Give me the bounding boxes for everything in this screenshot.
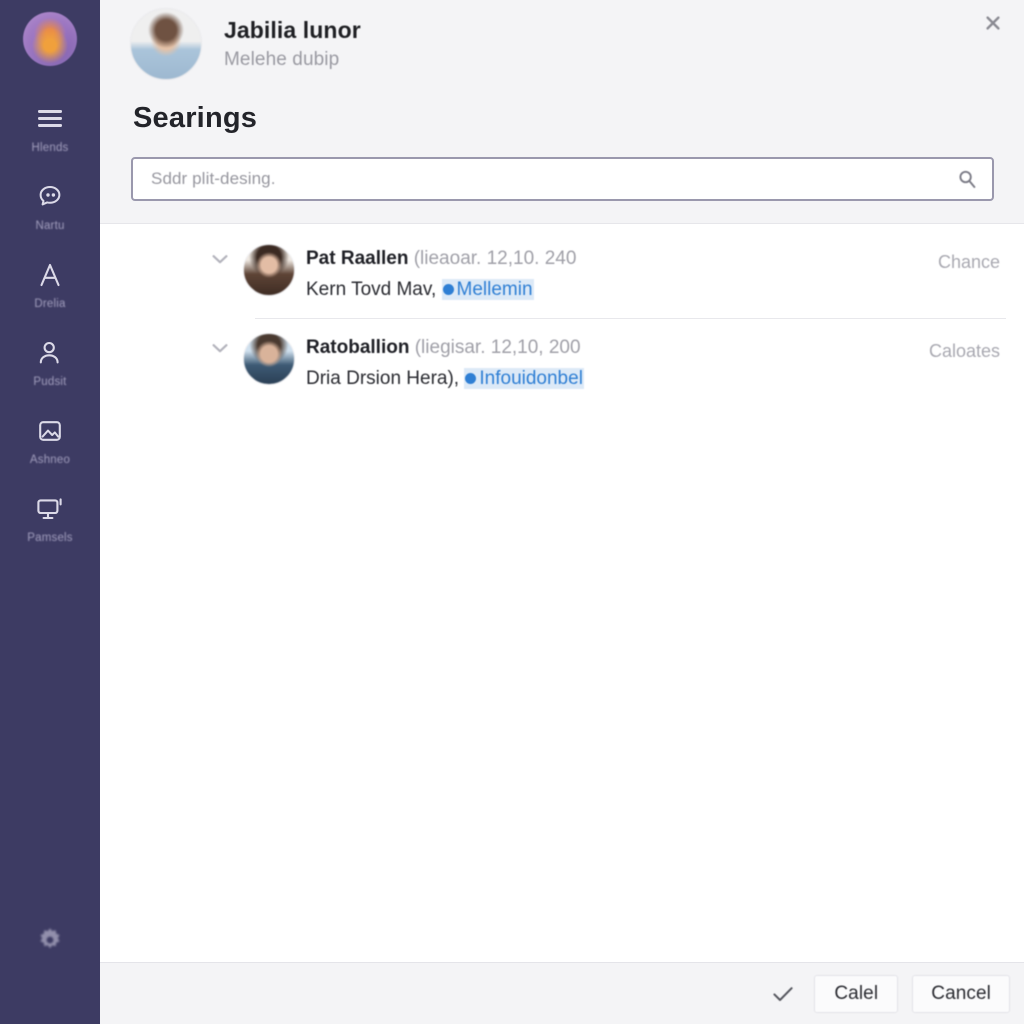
- monitor-icon: [35, 492, 65, 526]
- list-item-link[interactable]: Infouidonbel: [464, 367, 584, 389]
- list-item-status: Chance: [937, 252, 1000, 272]
- sidebar-item-hlends[interactable]: Hlends: [0, 96, 100, 174]
- sidebar-item-ashneo[interactable]: Ashneo: [0, 408, 100, 486]
- sidebar-item-nartu[interactable]: Nartu: [0, 174, 100, 252]
- list-item-line-primary: Ratoballion (liegisar. 12,10, 200: [306, 335, 1006, 361]
- sidebar-item-pamsels[interactable]: Pamsels: [0, 486, 100, 564]
- sidebar: Hlends Nartu Drelia Pudsit Ashneo Pamsel…: [0, 0, 100, 1024]
- results-list: Pat Raallen (lieaoar. 12,10. 240 Kern To…: [100, 224, 1024, 962]
- close-icon: [983, 13, 1003, 38]
- close-button[interactable]: [976, 8, 1010, 42]
- main-pane: Jabilia lunor Melehe dubip Searings Sddr…: [100, 0, 1024, 1024]
- page-title: Searings: [133, 102, 258, 134]
- image-icon: [36, 414, 64, 448]
- list-item-body: Ratoballion (liegisar. 12,10, 200 Dria D…: [208, 333, 1006, 391]
- list-item-meta: (lieaoar. 12,10. 240: [413, 248, 577, 269]
- text-icon: [36, 258, 64, 292]
- sidebar-avatar[interactable]: [23, 12, 77, 66]
- gear-icon: [33, 928, 67, 961]
- avatar: [243, 333, 295, 386]
- search-input[interactable]: [149, 168, 956, 190]
- header-subtitle: Melehe dubip: [224, 49, 340, 71]
- header-name: Jabilia lunor: [224, 16, 361, 43]
- list-item-link-label: Infouidonbel: [479, 367, 583, 389]
- chevron-down-icon[interactable]: [212, 252, 228, 270]
- sidebar-settings-button[interactable]: [33, 923, 67, 962]
- list-item-line-primary: Pat Raallen (lieaoar. 12,10. 240: [306, 246, 1006, 272]
- sidebar-item-drelia[interactable]: Drelia: [0, 252, 100, 330]
- chat-icon: [36, 180, 64, 214]
- list-item-detail: Dria Drsion Hera),: [306, 367, 460, 389]
- list-item-status: Caloates: [928, 341, 1000, 362]
- search-box[interactable]: [131, 157, 994, 201]
- top-band: Jabilia lunor Melehe dubip Searings: [100, 0, 1024, 224]
- dialog-header: Jabilia lunor Melehe dubip: [100, 0, 1024, 86]
- list-item-body: Pat Raallen (lieaoar. 12,10. 240 Kern To…: [208, 244, 1006, 302]
- avatar: [243, 244, 295, 296]
- list-item[interactable]: Pat Raallen (lieaoar. 12,10. 240 Kern To…: [100, 230, 1024, 318]
- confirm-button[interactable]: Calel: [814, 974, 899, 1013]
- link-dot-icon: [442, 283, 454, 295]
- cancel-button[interactable]: Cancel: [912, 974, 1010, 1013]
- sidebar-item-label: Pamsels: [27, 532, 73, 544]
- chevron-down-icon[interactable]: [212, 341, 228, 359]
- sidebar-item-pudsit[interactable]: Pudsit: [0, 330, 100, 408]
- list-item-line-secondary: Dria Drsion Hera), Infouidonbel: [306, 366, 1006, 392]
- sidebar-item-label: Nartu: [35, 220, 65, 232]
- list-item-title: Pat Raallen: [306, 248, 409, 269]
- list-item-detail: Kern Tovd Mav,: [306, 278, 437, 300]
- sidebar-item-label: Ashneo: [29, 454, 71, 466]
- header-text: Jabilia lunor Melehe dubip: [224, 17, 361, 71]
- sidebar-item-label: Hlends: [31, 142, 69, 154]
- list-item[interactable]: Ratoballion (liegisar. 12,10, 200 Dria D…: [100, 319, 1024, 407]
- list-item-title: Ratoballion: [306, 337, 410, 359]
- search-icon[interactable]: [956, 168, 978, 190]
- avatar: [130, 8, 202, 80]
- sidebar-item-label: Pudsit: [33, 376, 67, 388]
- list-item-meta: (liegisar. 12,10, 200: [414, 337, 581, 359]
- list-item-line-secondary: Kern Tovd Mav, Mellemin: [306, 277, 1006, 303]
- check-icon[interactable]: [772, 985, 794, 1003]
- sidebar-item-label: Drelia: [34, 298, 66, 310]
- person-icon: [36, 336, 64, 370]
- dialog-footer: Calel Cancel: [100, 962, 1024, 1024]
- link-dot-icon: [465, 372, 477, 384]
- app-window: Hlends Nartu Drelia Pudsit Ashneo Pamsel…: [0, 0, 1024, 1024]
- list-item-link[interactable]: Mellemin: [441, 278, 534, 300]
- list-item-link-label: Mellemin: [456, 278, 533, 300]
- menu-icon: [36, 102, 64, 136]
